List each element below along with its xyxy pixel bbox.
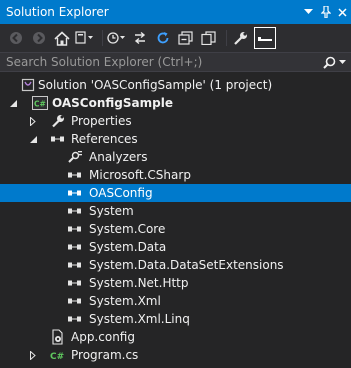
dropdown-icon[interactable] [300, 2, 317, 22]
collapsed-arrow-icon[interactable] [28, 112, 38, 130]
tree-item-reference[interactable]: System [0, 202, 351, 220]
tree-item-label: System.Net.Http [89, 276, 189, 290]
search-icon [322, 56, 335, 69]
tree-item-label: Program.cs [71, 348, 139, 362]
tree-item-label: System.Core [89, 222, 166, 236]
tree-item-label: Solution 'OASConfigSample' (1 project) [38, 78, 273, 92]
tree-item-label: System.Xml [89, 294, 161, 308]
tree-item-solution[interactable]: Solution 'OASConfigSample' (1 project) [0, 76, 351, 94]
chevron-down-icon [338, 59, 346, 64]
home-icon[interactable] [52, 27, 72, 49]
expanded-arrow-icon[interactable] [8, 94, 18, 112]
expanded-arrow-icon[interactable] [28, 130, 38, 148]
references-icon [50, 131, 66, 147]
solution-icon [20, 77, 36, 93]
close-icon[interactable] [334, 2, 351, 22]
search-bar [0, 52, 351, 72]
tree-item-label: Properties [71, 114, 132, 128]
switch-views-icon[interactable] [75, 27, 95, 49]
reference-icon [67, 257, 83, 273]
tree-item-program-cs[interactable]: C# Program.cs [0, 346, 351, 364]
tree-item-reference-selected[interactable]: OASConfig [0, 184, 351, 202]
reference-icon [67, 185, 83, 201]
reference-icon [67, 311, 83, 327]
tree-item-reference[interactable]: System.Xml.Linq [0, 310, 351, 328]
properties-icon[interactable] [231, 27, 251, 49]
tree-item-reference[interactable]: System.Xml [0, 292, 351, 310]
tree-item-label: System.Data [89, 240, 167, 254]
reference-icon [67, 167, 83, 183]
back-icon[interactable] [6, 27, 26, 49]
search-input[interactable] [6, 53, 317, 71]
reference-icon [67, 221, 83, 237]
collapse-all-icon[interactable] [176, 27, 196, 49]
tree-item-reference[interactable]: System.Core [0, 220, 351, 238]
tree-item-label: Analyzers [89, 150, 148, 164]
tree-item-label: OASConfig [89, 186, 153, 200]
reference-icon [67, 293, 83, 309]
refresh-icon[interactable] [153, 27, 173, 49]
tree-item-reference[interactable]: System.Data.DataSetExtensions [0, 256, 351, 274]
tree-item-label: System.Data.DataSetExtensions [89, 258, 284, 272]
tree-item-reference[interactable]: Microsoft.CSharp [0, 166, 351, 184]
reference-icon [67, 275, 83, 291]
tree-item-reference[interactable]: System.Data [0, 238, 351, 256]
tree-item-references[interactable]: References [0, 130, 351, 148]
window-title: Solution Explorer [6, 5, 109, 19]
reference-icon [67, 239, 83, 255]
analyzers-icon [67, 149, 83, 165]
csharp-file-icon: C# [50, 347, 66, 363]
solution-tree: Solution 'OASConfigSample' (1 project) C… [0, 76, 351, 364]
search-options-button[interactable] [317, 56, 351, 69]
tree-item-label: System.Xml.Linq [89, 312, 190, 326]
tree-item-project[interactable]: C# OASConfigSample [0, 94, 351, 112]
config-file-icon [50, 329, 66, 345]
tree-item-label: System [89, 204, 134, 218]
sync-icon[interactable] [130, 27, 150, 49]
csharp-project-icon: C# [32, 95, 48, 111]
tree-item-label: App.config [71, 330, 135, 344]
forward-icon[interactable] [29, 27, 49, 49]
show-all-files-icon[interactable] [199, 27, 219, 49]
reference-icon [67, 203, 83, 219]
toolbar-separator [226, 30, 227, 46]
pin-icon[interactable] [317, 2, 334, 22]
title-bar: Solution Explorer [0, 0, 351, 24]
tree-item-app-config[interactable]: App.config [0, 328, 351, 346]
toolbar-separator [102, 30, 103, 46]
toolbar [0, 24, 351, 52]
tree-item-label: References [71, 132, 138, 146]
tree-item-label: OASConfigSample [52, 96, 173, 110]
tree-item-reference[interactable]: System.Net.Http [0, 274, 351, 292]
tree-item-properties[interactable]: Properties [0, 112, 351, 130]
pending-changes-filter-icon[interactable] [107, 27, 127, 49]
tree-item-label: Microsoft.CSharp [89, 168, 191, 182]
tree-item-analyzers[interactable]: Analyzers [0, 148, 351, 166]
svg-text:C#: C# [50, 352, 64, 362]
svg-text:C#: C# [34, 100, 46, 109]
collapsed-arrow-icon[interactable] [28, 346, 38, 364]
preview-icon[interactable] [254, 27, 276, 49]
wrench-icon [50, 113, 66, 129]
